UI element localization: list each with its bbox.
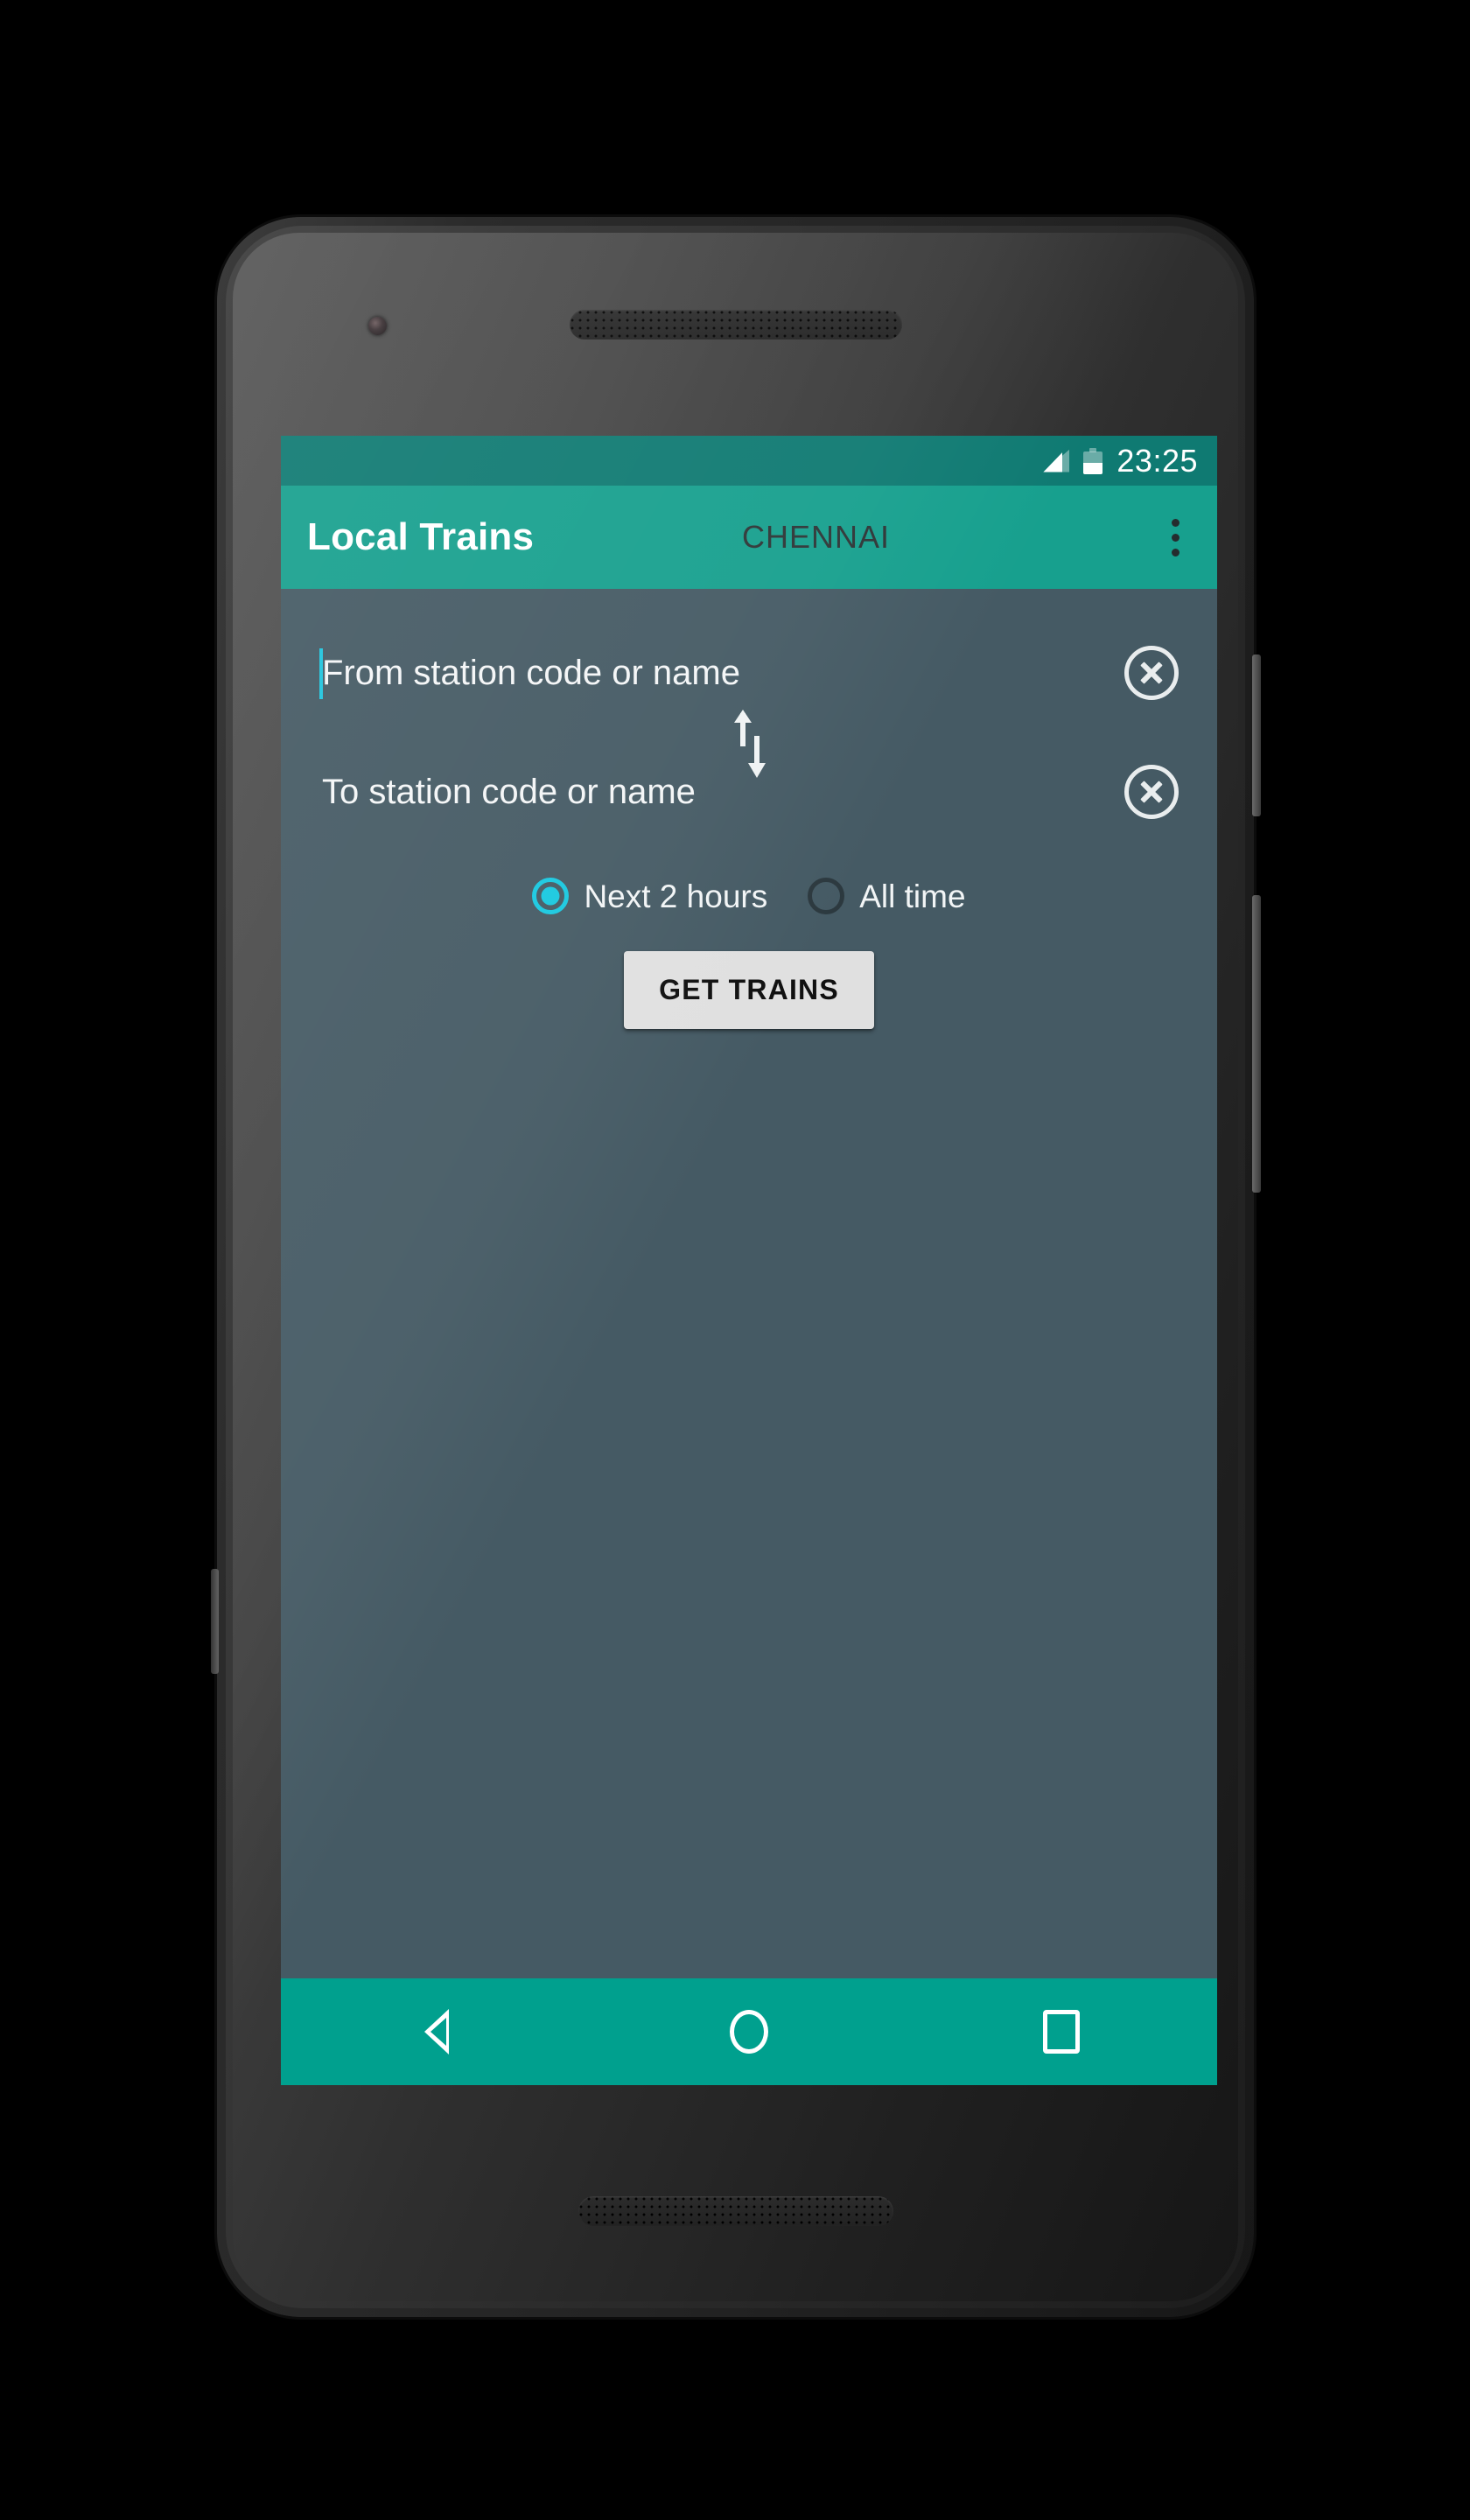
overflow-menu-icon[interactable] bbox=[1156, 502, 1194, 572]
earpiece-speaker bbox=[569, 310, 902, 340]
back-triangle-icon bbox=[424, 2009, 450, 2054]
app-title: Local Trains bbox=[307, 515, 535, 558]
android-nav-bar bbox=[281, 1978, 1217, 2085]
to-station-placeholder: To station code or name bbox=[322, 773, 696, 811]
phone-front-face: 23:25 Local Trains CHENNAI From station … bbox=[233, 233, 1238, 2301]
radio-all-time-label: All time bbox=[859, 878, 966, 914]
city-label: CHENNAI bbox=[742, 519, 891, 555]
radio-next-2-hours[interactable]: Next 2 hours bbox=[532, 878, 767, 914]
radio-selected-icon bbox=[532, 878, 570, 914]
get-trains-button[interactable]: GET TRAINS bbox=[624, 951, 874, 1029]
main-content: From station code or name To station cod… bbox=[281, 615, 1217, 2005]
status-bar-clock: 23:25 bbox=[1116, 442, 1198, 479]
clear-from-icon[interactable] bbox=[1124, 646, 1179, 700]
nav-home-button[interactable] bbox=[696, 1978, 802, 2085]
from-station-placeholder: From station code or name bbox=[322, 654, 740, 692]
nav-back-button[interactable] bbox=[384, 1978, 489, 2085]
nav-recents-button[interactable] bbox=[1009, 1978, 1114, 2085]
radio-next-2-hours-label: Next 2 hours bbox=[584, 878, 768, 914]
swap-stations-icon[interactable] bbox=[720, 710, 778, 778]
home-circle-icon bbox=[729, 2010, 768, 2054]
sim-tray bbox=[211, 1569, 219, 1674]
submit-row: GET TRAINS bbox=[319, 951, 1179, 1029]
recents-square-icon bbox=[1042, 2010, 1080, 2054]
battery-half-icon bbox=[1083, 447, 1103, 474]
radio-unselected-icon bbox=[808, 878, 845, 914]
phone-device: 23:25 Local Trains CHENNAI From station … bbox=[211, 217, 1261, 2317]
status-bar: 23:25 bbox=[281, 436, 1217, 486]
time-filter-group: Next 2 hours All time bbox=[319, 878, 1179, 914]
radio-all-time[interactable]: All time bbox=[808, 878, 966, 914]
volume-rocker-button[interactable] bbox=[1252, 895, 1261, 1193]
power-button[interactable] bbox=[1252, 654, 1261, 816]
signal-bars-icon bbox=[1043, 449, 1070, 472]
front-camera-icon bbox=[368, 317, 387, 335]
phone-screen: 23:25 Local Trains CHENNAI From station … bbox=[281, 436, 1217, 2085]
text-cursor bbox=[319, 648, 323, 699]
bottom-speaker bbox=[578, 2196, 893, 2226]
clear-to-icon[interactable] bbox=[1124, 765, 1179, 819]
app-bar: Local Trains CHENNAI bbox=[281, 486, 1217, 589]
